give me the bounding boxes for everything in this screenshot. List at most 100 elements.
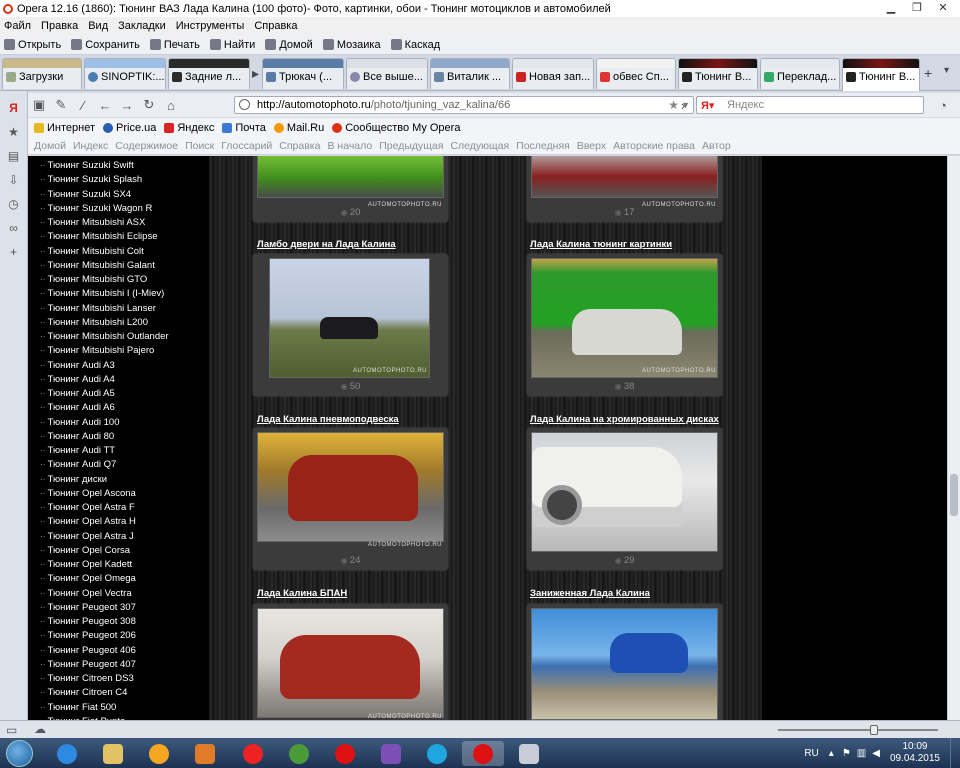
taskbar-vs[interactable] — [370, 741, 412, 766]
url-field[interactable]: http://automotophoto.ru/photo/tjuning_va… — [234, 96, 694, 114]
category-link[interactable]: Тюнинг Audi 80 — [28, 430, 209, 444]
reload-icon[interactable]: ↻ — [138, 97, 160, 113]
photo-card[interactable]: 29 — [527, 428, 722, 570]
show-desktop-button[interactable] — [950, 738, 960, 768]
search-input[interactable]: Я▾ Яндекс — [696, 96, 924, 114]
tab-menu-icon[interactable]: ▾ — [944, 65, 949, 76]
navlink-next[interactable]: Следующая — [450, 140, 509, 152]
zoom-slider[interactable] — [778, 729, 938, 731]
links-icon[interactable]: ∞ — [6, 221, 22, 235]
category-link[interactable]: Тюнинг Audi TT — [28, 444, 209, 458]
save-button[interactable]: Сохранить — [71, 39, 140, 51]
category-link[interactable]: Тюнинг Mitsubishi I (I-Miev) — [28, 287, 209, 301]
car-photo[interactable] — [257, 432, 444, 542]
category-link[interactable]: Тюнинг Mitsubishi Lanser — [28, 302, 209, 316]
navlink-copyright[interactable]: Авторские права — [613, 140, 695, 152]
wrench-icon[interactable]: ✎ — [50, 97, 72, 113]
taskbar-explorer[interactable] — [92, 741, 134, 766]
bookmark-internet[interactable]: Интернет — [34, 122, 95, 134]
category-link[interactable]: Тюнинг Suzuki Wagon R — [28, 202, 209, 216]
bookmark-yandex[interactable]: Яндекс — [164, 122, 214, 134]
category-link[interactable]: Тюнинг диски — [28, 473, 209, 487]
photo-title[interactable]: Заниженная Лада Калина — [530, 588, 650, 599]
bookmark-priceua[interactable]: Price.ua — [103, 122, 156, 134]
tab-downloads[interactable]: Загрузки — [2, 58, 82, 89]
category-link[interactable]: Тюнинг Audi A4 — [28, 373, 209, 387]
category-link[interactable]: Тюнинг Audi A6 — [28, 401, 209, 415]
menu-help[interactable]: Справка — [254, 20, 297, 32]
back-icon[interactable]: ← — [94, 98, 116, 113]
panel-toggle-icon[interactable]: ▭ — [6, 723, 17, 737]
category-link[interactable]: Тюнинг Suzuki Splash — [28, 173, 209, 187]
navlink-contents[interactable]: Содержимое — [115, 140, 178, 152]
menu-bookmarks[interactable]: Закладки — [118, 20, 166, 32]
taskbar-yandex[interactable] — [232, 741, 274, 766]
taskbar-android[interactable] — [278, 741, 320, 766]
photo-card[interactable]: AUTOMOTOPHOTO.RU 38 — [527, 254, 722, 396]
bookmark-myopera[interactable]: Сообщество My Opera — [332, 122, 460, 134]
tab-tuning-vaz-1[interactable]: Тюнинг В... — [678, 58, 758, 89]
navlink-glossary[interactable]: Глоссарий — [221, 140, 272, 152]
category-link[interactable]: Тюнинг Mitsubishi GTO — [28, 273, 209, 287]
category-link[interactable]: Тюнинг Citroen C4 — [28, 686, 209, 700]
taskbar-opera1[interactable] — [324, 741, 366, 766]
language-indicator[interactable]: RU — [804, 748, 818, 759]
tab-perekladach[interactable]: Переклад... — [760, 58, 840, 89]
taskbar-aimp[interactable] — [138, 741, 180, 766]
car-photo[interactable] — [531, 608, 718, 720]
category-link[interactable]: Тюнинг Fiat 500 — [28, 701, 209, 715]
maximize-button[interactable]: ❐ — [904, 1, 930, 15]
car-photo[interactable] — [531, 432, 718, 552]
navlink-up[interactable]: Вверх — [577, 140, 606, 152]
category-link[interactable]: Тюнинг Audi A5 — [28, 387, 209, 401]
navlink-first[interactable]: В начало — [327, 140, 372, 152]
category-link[interactable]: Тюнинг Mitsubishi Outlander — [28, 330, 209, 344]
zoom-slider-knob[interactable] — [870, 725, 878, 735]
photo-card[interactable]: AUTOMOTOPHOTO.RU 24 — [253, 428, 448, 570]
open-button[interactable]: Открыть — [4, 39, 61, 51]
bookmark-mailru[interactable]: Mail.Ru — [273, 122, 324, 134]
car-photo[interactable] — [269, 258, 430, 378]
tab-scroll-icon[interactable]: ▸ — [252, 65, 259, 82]
notes-icon[interactable]: ▤ — [6, 149, 22, 163]
bookmark-pochta[interactable]: Почта — [222, 122, 266, 134]
photo-title[interactable]: Лада Калина на хромированных дисках — [530, 414, 719, 425]
category-link[interactable]: Тюнинг Suzuki SX4 — [28, 188, 209, 202]
taskbar-ie[interactable] — [46, 741, 88, 766]
start-button[interactable] — [6, 740, 33, 767]
taskbar-paint[interactable] — [508, 741, 550, 766]
category-link[interactable]: Тюнинг Peugeot 308 — [28, 615, 209, 629]
category-link[interactable]: Тюнинг Opel Astra J — [28, 530, 209, 544]
category-link[interactable]: Тюнинг Mitsubishi Eclipse — [28, 230, 209, 244]
cascade-button[interactable]: Каскад — [390, 39, 440, 51]
car-photo[interactable] — [531, 258, 718, 378]
star-icon[interactable]: ★ — [6, 125, 22, 139]
go-icon[interactable]: › — [672, 98, 694, 113]
category-link[interactable]: Тюнинг Audi 100 — [28, 416, 209, 430]
menu-file[interactable]: Файл — [4, 20, 31, 32]
add-panel-icon[interactable]: + — [6, 245, 22, 259]
category-link[interactable]: Тюнинг Opel Astra F — [28, 501, 209, 515]
tab-stack-icon[interactable]: ▣ — [28, 97, 50, 113]
menu-view[interactable]: Вид — [88, 20, 108, 32]
taskbar-media[interactable] — [184, 741, 226, 766]
photo-card[interactable]: AUTOMOTOPHOTO.RU 50 — [253, 254, 448, 396]
tab-vse-vyshe[interactable]: Все выше... — [346, 58, 428, 89]
category-link[interactable]: Тюнинг Opel Corsa — [28, 544, 209, 558]
category-link[interactable]: Тюнинг Peugeot 307 — [28, 601, 209, 615]
category-link[interactable]: Тюнинг Audi Q7 — [28, 458, 209, 472]
tab-vitalik[interactable]: Виталик ... — [430, 58, 510, 89]
pen-icon[interactable]: ⁄ — [72, 98, 94, 113]
category-link[interactable]: Тюнинг Opel Omega — [28, 572, 209, 586]
tab-obves[interactable]: обвес Сп... — [596, 58, 676, 89]
navlink-previous[interactable]: Предыдущая — [379, 140, 443, 152]
tile-button[interactable]: Мозаика — [322, 39, 381, 51]
navlink-search[interactable]: Поиск — [185, 140, 214, 152]
tray-expand-icon[interactable]: ▴ — [829, 748, 834, 759]
car-photo[interactable] — [531, 156, 718, 198]
navlink-author[interactable]: Автор — [702, 140, 731, 152]
history-icon[interactable]: ◷ — [6, 197, 22, 211]
tab-tryukach[interactable]: Трюкач (... — [262, 58, 344, 89]
photo-card[interactable] — [527, 604, 722, 720]
category-link[interactable]: Тюнинг Peugeot 206 — [28, 629, 209, 643]
